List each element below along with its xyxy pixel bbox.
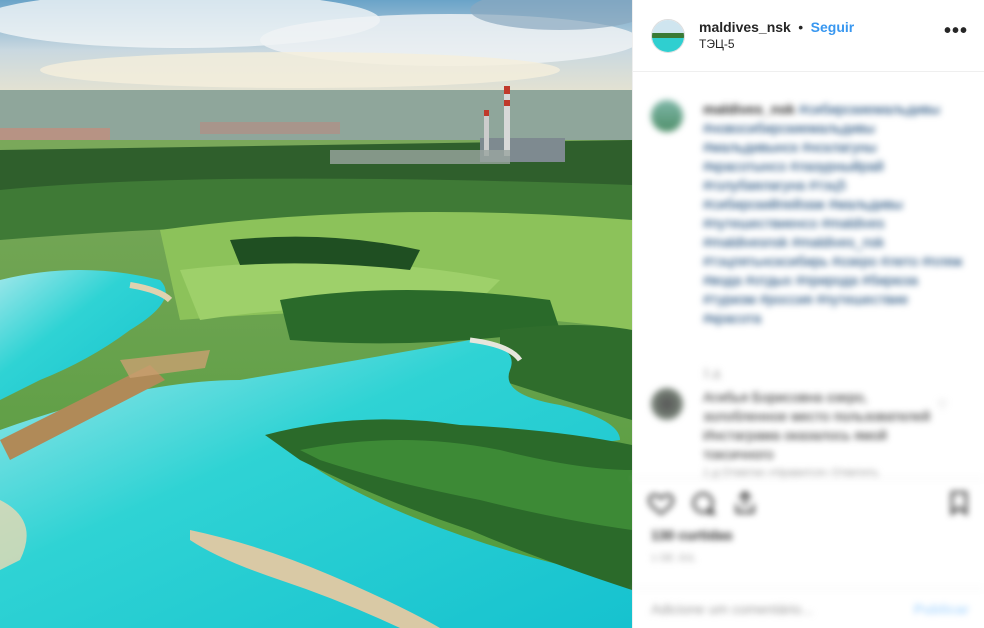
bookmark-icon[interactable] bbox=[945, 489, 973, 517]
caption-username[interactable]: maldives_nsk bbox=[703, 101, 795, 117]
username-link[interactable]: maldives_nsk bbox=[699, 19, 791, 35]
separator-dot: • bbox=[798, 18, 804, 35]
comment-heart-icon[interactable]: ♡ bbox=[937, 398, 949, 412]
caption-avatar[interactable] bbox=[651, 100, 683, 132]
share-icon[interactable] bbox=[731, 489, 759, 517]
avatar-image bbox=[652, 19, 684, 52]
likes-count[interactable]: 130 curtidas bbox=[651, 527, 733, 543]
action-bar bbox=[633, 478, 984, 527]
add-comment-bar: Publicar bbox=[633, 588, 984, 628]
caption-meta: 1 д bbox=[703, 366, 721, 380]
comment-avatar[interactable] bbox=[651, 388, 683, 420]
post-photo[interactable] bbox=[0, 0, 632, 628]
comment-input[interactable] bbox=[649, 599, 914, 618]
follow-button[interactable]: Seguir bbox=[811, 19, 855, 35]
comment: Агибья Борисовна озеро, золобленное мест… bbox=[651, 388, 971, 483]
caption-text: maldives_nsk #сибирскиемальдивы #новосиб… bbox=[703, 100, 963, 328]
comment-text: Агибья Борисовна озеро, золобленное мест… bbox=[703, 389, 931, 462]
instagram-post-view: maldives_nsk • Seguir ТЭЦ-5 ••• maldives… bbox=[0, 0, 984, 628]
more-options-icon[interactable]: ••• bbox=[944, 20, 968, 43]
caption-hashtags: #сибирскиемальдивы #новосибирскиемальдив… bbox=[703, 101, 963, 326]
location-link[interactable]: ТЭЦ-5 bbox=[699, 36, 944, 53]
lagoon-aerial-photo bbox=[0, 0, 632, 628]
header-info: maldives_nsk • Seguir ТЭЦ-5 bbox=[699, 19, 944, 53]
caption: maldives_nsk #сибирскиемальдивы #новосиб… bbox=[651, 100, 971, 328]
post-header: maldives_nsk • Seguir ТЭЦ-5 ••• bbox=[633, 0, 984, 72]
heart-icon[interactable] bbox=[647, 489, 675, 517]
avatar[interactable] bbox=[651, 18, 685, 53]
post-side-panel: maldives_nsk • Seguir ТЭЦ-5 ••• maldives… bbox=[632, 0, 984, 628]
comment-icon[interactable] bbox=[689, 489, 717, 517]
comment-body: Агибья Борисовна озеро, золобленное мест… bbox=[703, 388, 933, 483]
publish-button[interactable]: Publicar bbox=[914, 601, 969, 617]
post-date: 1 DE JUL bbox=[651, 553, 697, 564]
